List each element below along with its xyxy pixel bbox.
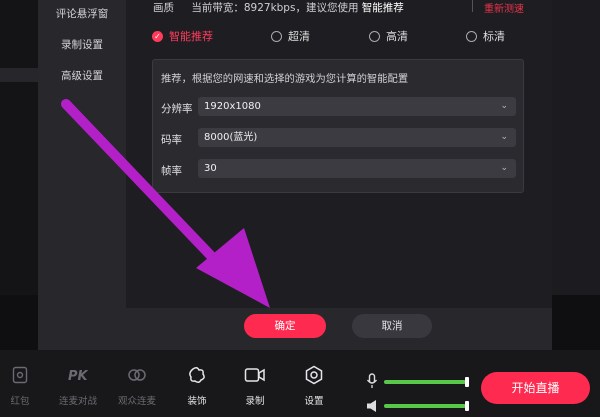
- annotation-arrow: [61, 99, 270, 308]
